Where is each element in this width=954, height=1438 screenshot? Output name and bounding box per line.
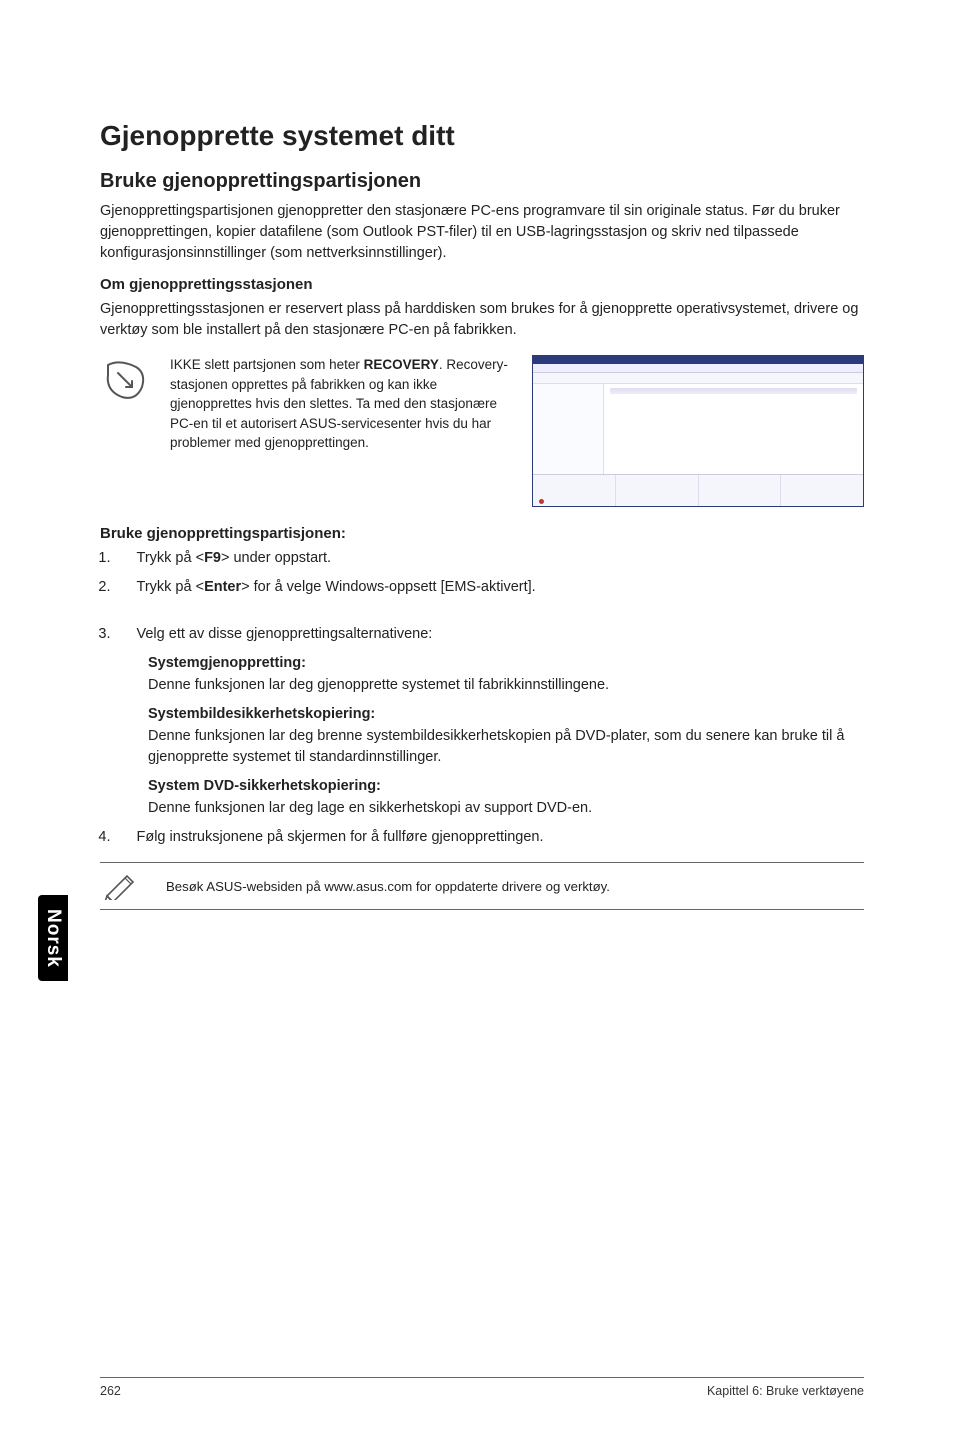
warning-text-bold: RECOVERY bbox=[364, 357, 439, 372]
option-title-2: Systembildesikkerhetskopiering: bbox=[148, 706, 864, 722]
option-dvd-backup: System DVD-sikkerhetskopiering: Denne fu… bbox=[148, 778, 864, 819]
warning-text-pre: IKKE slett partsjonen som heter bbox=[170, 357, 364, 372]
subsection-heading-use: Bruke gjenopprettingspartisjonen: bbox=[100, 525, 864, 542]
warning-icon bbox=[100, 355, 150, 405]
step-2-key: Enter bbox=[204, 579, 241, 595]
steps-list-cont: Velg ett av disse gjenopprettingsalterna… bbox=[100, 624, 864, 645]
step-1-post: > under oppstart. bbox=[221, 550, 331, 566]
info-note-text: Besøk ASUS-websiden på www.asus.com for … bbox=[166, 879, 610, 894]
step-1-key: F9 bbox=[204, 550, 221, 566]
section-heading: Bruke gjenopprettingspartisjonen bbox=[100, 170, 864, 193]
step-2: Trykk på <Enter> for å velge Windows-opp… bbox=[115, 577, 865, 598]
warning-text: IKKE slett partsjonen som heter RECOVERY… bbox=[170, 355, 512, 453]
step-2-post: > for å velge Windows-oppsett [EMS-aktiv… bbox=[241, 579, 536, 595]
option-body-1: Denne funksjonen lar deg gjenopprette sy… bbox=[148, 675, 864, 696]
step-3: Velg ett av disse gjenopprettingsalterna… bbox=[115, 624, 865, 645]
step-1: Trykk på <F9> under oppstart. bbox=[115, 548, 865, 569]
steps-list: Trykk på <F9> under oppstart. Trykk på <… bbox=[100, 548, 864, 598]
option-title-1: Systemgjenoppretting: bbox=[148, 655, 864, 671]
chapter-label: Kapittel 6: Bruke verktøyene bbox=[707, 1384, 864, 1398]
pencil-icon bbox=[100, 871, 140, 901]
language-tab: Norsk bbox=[38, 895, 68, 981]
option-image-backup: Systembildesikkerhetskopiering: Denne fu… bbox=[148, 706, 864, 768]
option-body-2: Denne funksjonen lar deg brenne systembi… bbox=[148, 726, 864, 768]
page-number: 262 bbox=[100, 1384, 121, 1398]
steps-list-final: Følg instruksjonene på skjermen for å fu… bbox=[100, 827, 864, 848]
page-footer: 262 Kapittel 6: Bruke verktøyene bbox=[100, 1377, 864, 1398]
disk-management-screenshot bbox=[532, 355, 864, 507]
option-body-3: Denne funksjonen lar deg lage en sikkerh… bbox=[148, 798, 864, 819]
subsection-heading-about: Om gjenopprettingsstasjonen bbox=[100, 276, 864, 293]
step-1-pre: Trykk på < bbox=[137, 550, 205, 566]
option-title-3: System DVD-sikkerhetskopiering: bbox=[148, 778, 864, 794]
step-2-pre: Trykk på < bbox=[137, 579, 205, 595]
info-note-block: Besøk ASUS-websiden på www.asus.com for … bbox=[100, 862, 864, 910]
about-paragraph: Gjenopprettingsstasjonen er reservert pl… bbox=[100, 299, 864, 341]
intro-paragraph: Gjenopprettingspartisjonen gjenoppretter… bbox=[100, 201, 864, 264]
warning-block: IKKE slett partsjonen som heter RECOVERY… bbox=[100, 355, 864, 507]
option-system-recovery: Systemgjenoppretting: Denne funksjonen l… bbox=[148, 655, 864, 696]
page-heading: Gjenopprette systemet ditt bbox=[100, 120, 864, 152]
step-4: Følg instruksjonene på skjermen for å fu… bbox=[115, 827, 865, 848]
